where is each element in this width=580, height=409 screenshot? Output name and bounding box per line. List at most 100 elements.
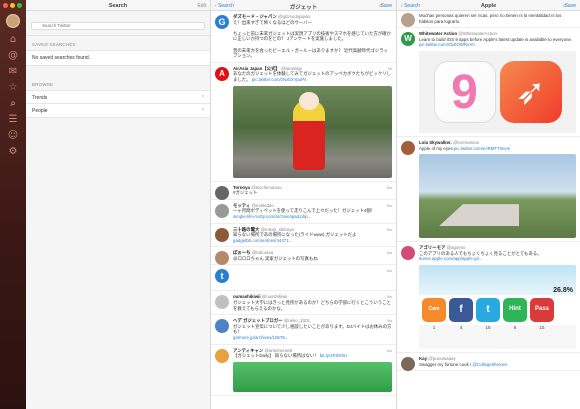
tweet-text: Muchas personas quieren ser ricas, pero … [419, 13, 562, 24]
avatar[interactable] [215, 185, 229, 200]
tweetbot-window: ⌂ @ ✉ ☆ ⌕ ☰ ☺ ⚙ Search Edit SAVED SEARCH… [0, 0, 580, 409]
avatar[interactable]: W [401, 32, 415, 47]
avatar[interactable] [215, 295, 229, 310]
tweet-photo[interactable] [233, 85, 392, 178]
tweet-link[interactable]: itunes.apple.com/app/apple-gir... [419, 256, 482, 261]
browse-header: BROWSE [32, 82, 54, 87]
tweet[interactable]: A AirAsia Japan【公式】 @airasiajp 3h あなたのガジ… [211, 63, 396, 182]
avatar[interactable] [215, 227, 229, 242]
tweet-link[interactable]: pic.twitter.com/CbZOWRuVn [419, 42, 475, 47]
tweet[interactable]: ぽぉーち @toboolaa 3m @ロロロちゃん 実家ガジェットの写真もね [211, 247, 396, 266]
tweet-handle: @tsuchimotooo [251, 184, 282, 190]
tweet[interactable]: Lola Skywalker. @lorenamian Apple of my … [397, 137, 580, 243]
avatar[interactable]: G [215, 15, 229, 29]
tweet-text: え！出来すぎて怖くなるほどのウーバー [233, 19, 312, 25]
home-icon[interactable]: ⌂ [7, 34, 19, 46]
tweet-author: 三十路の電大 [233, 226, 260, 232]
app-count-row: 1 4 15 6 15 [419, 325, 576, 331]
avatar[interactable]: A [215, 66, 229, 81]
avatar[interactable] [215, 348, 229, 363]
search-input[interactable] [31, 21, 205, 30]
facebook-app-icon[interactable]: f [449, 297, 473, 322]
browse-item-trends[interactable]: Trends › [26, 90, 210, 104]
tweet-time: 3h [387, 65, 392, 71]
tweet[interactable]: 三十路の電大 @misoji_shibuya 3m 知らない場所であの場所になっ… [211, 224, 396, 248]
ios9-logo: 9 [433, 60, 496, 123]
tweet-link[interactable]: @Collegeithemen [472, 362, 507, 367]
tweet[interactable]: モッティ @motkiddo 3m 一ヶ月間ボディペットを使って走りこんで上々だ… [211, 200, 396, 224]
tweet-time: 3m [386, 318, 392, 324]
chevron-right-icon: › [202, 107, 204, 113]
sidebar: ⌂ @ ✉ ☆ ⌕ ☰ ☺ ⚙ [0, 0, 26, 409]
avatar[interactable] [215, 203, 229, 218]
tweet-author: Kay [419, 355, 428, 361]
star-icon[interactable]: ☆ [7, 82, 19, 94]
tweet[interactable]: W Whitewater Action @WhitewaterAction Le… [397, 28, 580, 137]
edit-button[interactable]: Edit [197, 3, 206, 9]
app-count: 6 [513, 324, 517, 330]
swift-logo-icon: ➶ [499, 60, 562, 123]
tweet-handle: @WhitewaterAction [458, 31, 497, 37]
tweet-handle: @puxciwaaay [428, 355, 456, 361]
gear-icon[interactable]: ⚙ [7, 146, 19, 158]
tweet[interactable]: Kay @puxciwaaay Swagger my fortune cook … [397, 353, 580, 372]
tweet-time: 3m [386, 184, 392, 190]
list-icon[interactable]: ☰ [7, 114, 19, 126]
browse-item-people[interactable]: People › [26, 104, 210, 118]
save-button[interactable]: Save [381, 3, 392, 9]
hint-app-icon[interactable]: Hint [503, 297, 527, 322]
tweet-link[interactable]: pic.twitter.com/zNxbXYpuPs [252, 77, 307, 82]
zoom-window-button[interactable] [17, 3, 22, 8]
close-window-button[interactable] [3, 3, 8, 8]
pass-app-icon[interactable]: Pass [530, 297, 554, 322]
tweet-text: ちょっと前に未来ガジェットは実現アプリの技術やスマホを感じていた方が確かに正しい… [233, 30, 391, 42]
avatar[interactable] [401, 246, 415, 261]
at-icon[interactable]: @ [7, 50, 19, 62]
twitter-app-icon[interactable]: t [476, 297, 500, 322]
tweet[interactable]: G ダズモード・ジャパン @gizmodojapan え！出来すぎて怖くなるほど… [211, 11, 396, 63]
avatar[interactable] [401, 140, 415, 155]
tweet[interactable]: アンティキャン @antieneru69 3m 【ガジェットDaily】 知らな… [211, 345, 396, 396]
avatar[interactable] [401, 356, 415, 371]
tweet-photo[interactable] [233, 361, 392, 392]
tweet-link[interactable]: gadgetbb.com/entries/44471... [233, 238, 292, 243]
tweet-author: モッティ [233, 202, 251, 208]
app-label: Hint [509, 306, 521, 313]
tweet[interactable]: Tornoya @tsuchimotooo 3m #ガジェット [211, 182, 396, 200]
tweet[interactable]: t 3m [211, 265, 396, 292]
tweet[interactable]: アゴリーモア @agoimo このアプリのある人でもちょくちょく見ることがとても… [397, 242, 580, 353]
tweet-photo[interactable]: 9 ➶ [419, 50, 576, 133]
minimize-window-button[interactable] [10, 3, 15, 8]
progress-label: 26.8% [553, 287, 573, 295]
mail-icon[interactable]: ✉ [7, 66, 19, 78]
tweet-time: 3m [386, 226, 392, 232]
tweet[interactable]: Muchas personas quieren ser ricas, pero … [397, 11, 580, 29]
avatar[interactable]: t [215, 269, 229, 284]
tweet-link[interactable]: bit.ly/1RrDthU [320, 353, 347, 358]
save-button[interactable]: Save [565, 3, 576, 9]
tweet-photo[interactable]: 26.8% Cam f t Hint Pass 1 4 15 6 15 [419, 264, 576, 349]
tweet-text: ガジェット大学にはきっと見所があるのか？どちらの学部に行くとこういうことを教えて… [233, 300, 391, 311]
app-count: 15 [485, 324, 491, 330]
avatar[interactable] [215, 319, 229, 334]
account-avatar[interactable] [6, 14, 20, 28]
profile-icon[interactable]: ☺ [7, 130, 19, 142]
tweet-author: ヘデ ガジェットブロガー [233, 318, 283, 324]
saved-searches-header: SAVED SEARCHES [32, 42, 76, 47]
search-bar [26, 11, 210, 36]
tweet-text: ガジェット宣伝について少し相談したいことがあります。DJバイトはお休みの方も！ [233, 323, 392, 335]
camera-app-icon[interactable]: Cam [422, 297, 446, 322]
tweet-photo[interactable] [419, 154, 576, 239]
tweet-link[interactable]: simple-life-motty.com/archive/ipad.php..… [233, 214, 311, 219]
search-icon[interactable]: ⌕ [7, 98, 19, 110]
tweet-text: Apple of my eyes [419, 145, 453, 151]
avatar[interactable] [401, 13, 415, 27]
tweet-link[interactable]: getmore.jp/archives/10678... [233, 335, 288, 340]
tweet[interactable]: oumashikiwii @ousshikiwii 3m ガジェット大学にはきっ… [211, 291, 396, 316]
tweet-link[interactable]: pic.twitter.com/eJRMTTlmvm [454, 146, 510, 151]
tweet-time: 3m [386, 268, 392, 274]
tweet-handle: @misoji_shibuya [260, 226, 294, 232]
avatar[interactable] [215, 251, 229, 266]
tweet-handle: @ousshikiwii [261, 294, 288, 300]
tweet[interactable]: ヘデ ガジェットブロガー @neko_1001 3m ガジェット宣伝について少し… [211, 315, 396, 345]
